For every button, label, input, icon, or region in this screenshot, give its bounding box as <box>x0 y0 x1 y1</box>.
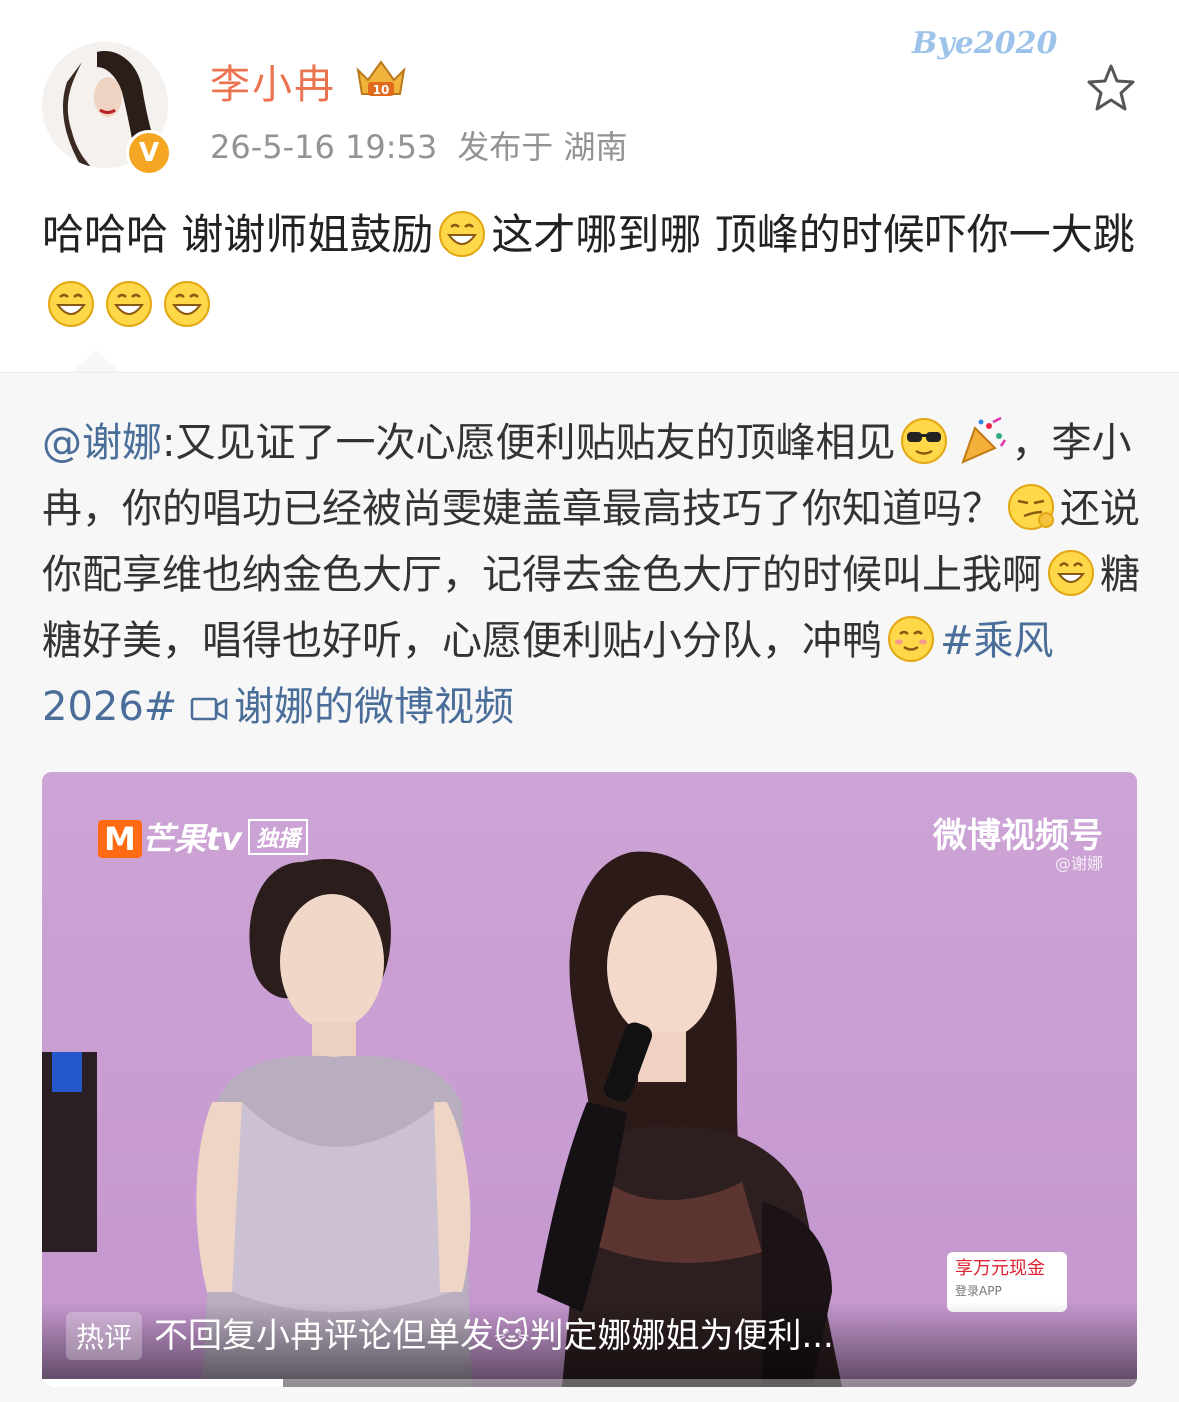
blush-emoji-icon <box>886 614 936 664</box>
sunglasses-emoji-icon <box>899 416 949 466</box>
grin-emoji-icon <box>437 209 487 259</box>
post-time: 26-5-16 19:53 <box>210 128 438 166</box>
repost-text: @谢娜:又见证了一次心愿便利贴贴友的顶峰相见 ，李小冉，你的唱功已经被尚雯婕盖章最… <box>42 410 1142 740</box>
post-meta: 26-5-16 19:53 发布于 湖南 <box>210 122 627 168</box>
grin-emoji-icon <box>104 279 154 329</box>
smirk-emoji-icon <box>1006 482 1056 532</box>
channel-tag: 独播 <box>248 819 309 855</box>
crown-badge-icon[interactable]: 10 <box>352 56 410 100</box>
repost-segment: :又见证了一次心愿便利贴贴友的顶峰相见 <box>162 420 896 466</box>
ad-title: 享万元现金 <box>955 1258 1045 1279</box>
hot-comment-label: 热评 <box>66 1312 143 1360</box>
watermark: Bye2020 <box>912 26 1058 61</box>
post-body: 哈哈哈 谢谢师姐鼓励 这才哪到哪 顶峰的时候吓你一大跳 <box>42 200 1142 340</box>
favorite-star-icon[interactable] <box>1085 62 1137 114</box>
video-link[interactable]: 谢娜的微博视频 <box>190 684 514 730</box>
channel-logo-text: 芒果tv <box>141 820 243 858</box>
repost-caret <box>72 350 120 372</box>
ad-sub: 登录APP <box>955 1284 1002 1298</box>
hot-comment-text[interactable]: 不回复小冉评论但单发🐱判定娜娜姐为便利... <box>154 1308 834 1357</box>
verified-badge-icon: V <box>126 130 172 176</box>
video-progress-fill <box>42 1379 283 1387</box>
grin-emoji-icon <box>46 279 96 329</box>
video-link-label: 谢娜的微博视频 <box>234 684 515 730</box>
divider <box>0 372 1179 373</box>
post-body-segment: 哈哈哈 谢谢师姐鼓励 <box>42 210 434 259</box>
svg-text:10: 10 <box>373 83 390 97</box>
video-source-sub: @谢娜 <box>1054 854 1103 873</box>
post-location: 发布于 湖南 <box>457 128 628 166</box>
party-popper-emoji-icon <box>957 416 1007 466</box>
post-header: V 李小冉 10 26-5-16 19:53 发布于 湖南 Bye2020 <box>0 0 1179 190</box>
video-player[interactable]: M 芒果tv 独播 微博视频号 @谢娜 享万元现金 登录APP 热评 不回复小冉评论但… <box>42 772 1137 1387</box>
channel-logo: M 芒果tv 独播 <box>98 814 309 860</box>
post-body-segment: 这才哪到哪 顶峰的时候吓你一大跳 <box>491 210 1135 259</box>
laugh-emoji-icon <box>1046 548 1096 598</box>
mention-link[interactable]: @谢娜 <box>42 420 162 466</box>
repost-card[interactable]: @谢娜:又见证了一次心愿便利贴贴友的顶峰相见 ，李小冉，你的唱功已经被尚雯婕盖章最… <box>0 350 1179 1402</box>
video-progress-bar[interactable] <box>42 1379 1137 1387</box>
video-link-icon <box>190 697 228 721</box>
grin-emoji-icon <box>162 279 212 329</box>
username[interactable]: 李小冉 <box>210 52 336 110</box>
